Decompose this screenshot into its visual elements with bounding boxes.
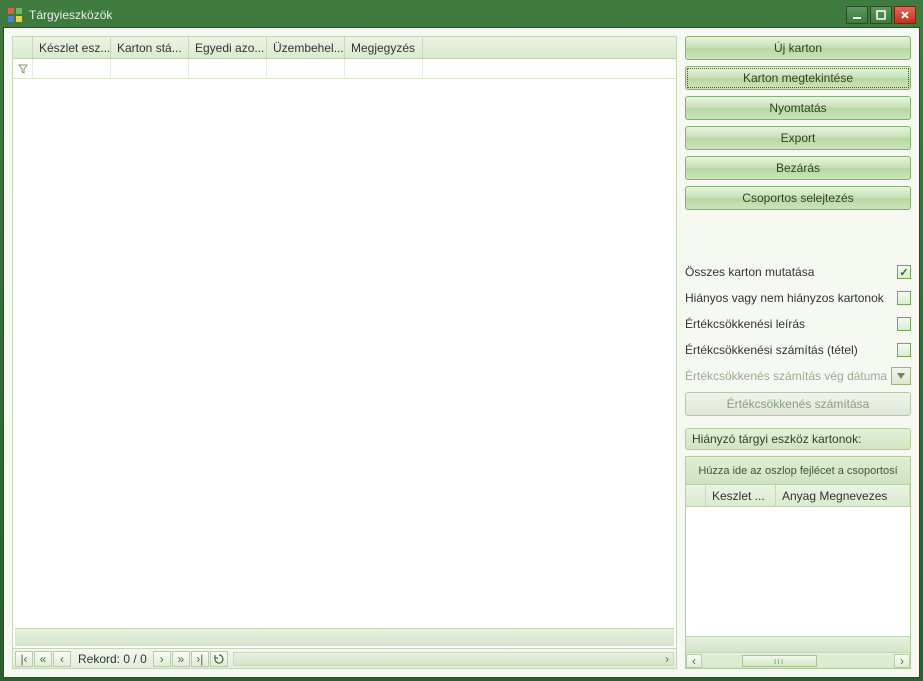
missing-grid-body[interactable] — [686, 507, 910, 636]
minimize-button[interactable] — [846, 6, 868, 24]
missing-row-selector-header[interactable] — [686, 485, 706, 506]
print-button[interactable]: Nyomtatás — [685, 96, 911, 120]
end-date-row: Értékcsökkenés számítás vég dátuma — [685, 366, 911, 386]
incomplete-row: Hiányos vagy nem hiányzos kartonok — [685, 288, 911, 308]
row-selector-header[interactable] — [13, 37, 33, 58]
end-date-label: Értékcsökkenés számítás vég dátuma — [685, 369, 887, 383]
window-title: Tárgyieszközök — [29, 8, 846, 22]
scroll-thumb[interactable]: ııı — [742, 655, 817, 667]
filter-cell[interactable] — [189, 59, 267, 78]
missing-grid-header: Keszlet ... Anyag Megnevezes — [686, 485, 910, 507]
missing-grid-hscroll[interactable]: ‹ ııı › — [686, 652, 910, 668]
maximize-button[interactable] — [870, 6, 892, 24]
client-area: Készlet esz... Karton stá... Egyedi azo.… — [3, 27, 920, 678]
new-card-button[interactable]: Új karton — [685, 36, 911, 60]
depr-calc-row: Értékcsökkenési számítás (tétel) — [685, 340, 911, 360]
depr-desc-row: Értékcsökkenési leírás — [685, 314, 911, 334]
grid-hscroll-upper[interactable] — [15, 628, 674, 646]
col-header[interactable]: Karton stá... — [111, 37, 189, 58]
scroll-left-button[interactable]: ‹ — [686, 654, 702, 668]
incomplete-label: Hiányos vagy nem hiányzos kartonok — [685, 291, 884, 305]
pager-next-button[interactable]: › — [153, 651, 171, 667]
pager-prev-button[interactable]: ‹ — [53, 651, 71, 667]
missing-grid: Húzza ide az oszlop fejlécet a csoportos… — [685, 456, 911, 669]
depr-calc-label: Értékcsökkenési számítás (tétel) — [685, 343, 858, 357]
col-header[interactable]: Üzembehel... — [267, 37, 345, 58]
filter-cell[interactable] — [267, 59, 345, 78]
missing-panel-title: Hiányzó tárgyi eszköz kartonok: — [685, 428, 911, 450]
missing-col-header[interactable]: Keszlet ... — [706, 485, 776, 506]
close-button[interactable]: Bezárás — [685, 156, 911, 180]
group-scrap-button[interactable]: Csoportos selejtezés — [685, 186, 911, 210]
end-date-picker[interactable] — [891, 367, 911, 385]
pager-first-button[interactable]: |‹ — [15, 651, 33, 667]
pager-refresh-button[interactable] — [210, 651, 228, 667]
missing-grid-footer — [686, 636, 910, 652]
pager-label: Rekord: 0 / 0 — [78, 652, 147, 666]
show-all-checkbox[interactable] — [897, 265, 911, 279]
col-header[interactable]: Készlet esz... — [33, 37, 111, 58]
depr-desc-label: Értékcsökkenési leírás — [685, 317, 805, 331]
grid-header: Készlet esz... Karton stá... Egyedi azo.… — [13, 37, 676, 59]
pager-nextpage-button[interactable]: » — [172, 651, 190, 667]
show-all-row: Összes karton mutatása — [685, 262, 911, 282]
pager-prevpage-button[interactable]: « — [34, 651, 52, 667]
scroll-right-button[interactable]: › — [894, 654, 910, 668]
calc-depr-button: Értékcsökkenés számítása — [685, 392, 911, 416]
titlebar[interactable]: Tárgyieszközök — [3, 3, 920, 27]
filter-cell[interactable] — [345, 59, 423, 78]
scroll-track[interactable]: ııı — [704, 655, 892, 667]
side-panel: Új karton Karton megtekintése Nyomtatás … — [685, 36, 911, 669]
incomplete-checkbox[interactable] — [897, 291, 911, 305]
col-header[interactable]: Megjegyzés — [345, 37, 423, 58]
pager: |‹ « ‹ Rekord: 0 / 0 › » ›| — [13, 648, 676, 668]
depr-calc-checkbox[interactable] — [897, 343, 911, 357]
filter-icon[interactable] — [13, 59, 33, 78]
app-icon — [7, 7, 23, 23]
missing-col-header[interactable]: Anyag Megnevezes — [776, 485, 910, 506]
pager-hscroll[interactable] — [233, 652, 674, 666]
col-header[interactable]: Egyedi azo... — [189, 37, 267, 58]
view-card-button[interactable]: Karton megtekintése — [685, 66, 911, 90]
app-window: Tárgyieszközök Készlet esz... Karton stá… — [0, 0, 923, 681]
grid-body[interactable] — [13, 79, 676, 628]
close-window-button[interactable] — [894, 6, 916, 24]
export-button[interactable]: Export — [685, 126, 911, 150]
pager-last-button[interactable]: ›| — [191, 651, 209, 667]
show-all-label: Összes karton mutatása — [685, 265, 814, 279]
depr-desc-checkbox[interactable] — [897, 317, 911, 331]
grid-filter-row — [13, 59, 676, 79]
main-grid: Készlet esz... Karton stá... Egyedi azo.… — [12, 36, 677, 669]
filter-cell[interactable] — [33, 59, 111, 78]
filter-cell[interactable] — [111, 59, 189, 78]
group-by-area[interactable]: Húzza ide az oszlop fejlécet a csoportos… — [686, 457, 910, 485]
